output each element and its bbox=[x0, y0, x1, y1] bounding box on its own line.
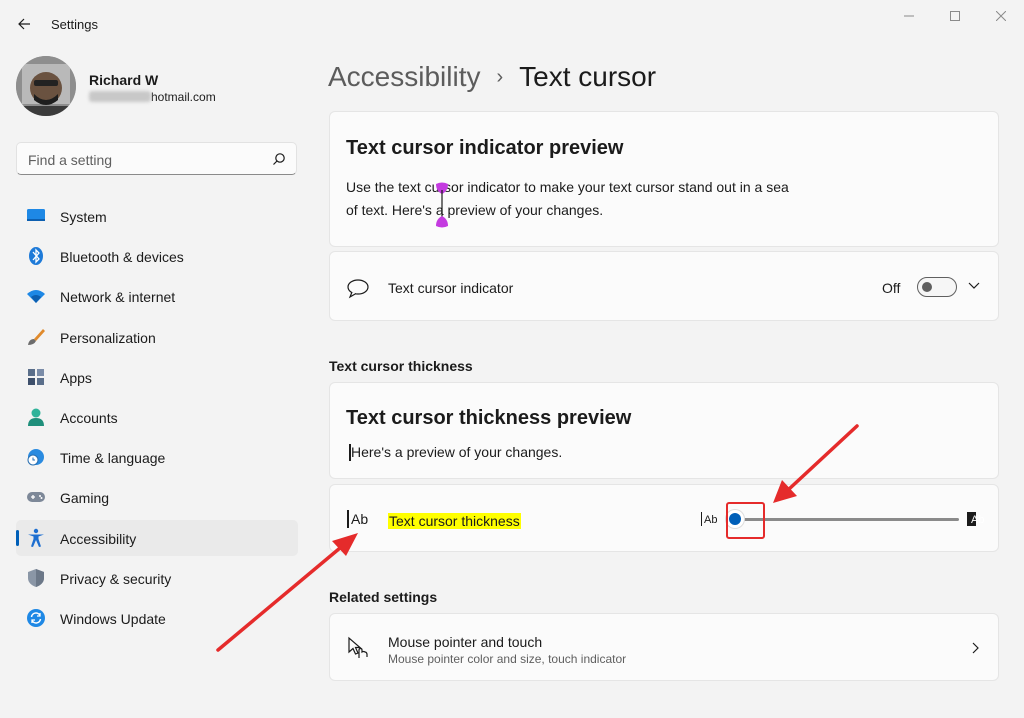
minimize-icon bbox=[904, 15, 914, 17]
accessibility-icon bbox=[28, 528, 44, 547]
wifi-icon bbox=[27, 290, 45, 304]
mouse-pointer-touch-icon bbox=[348, 636, 368, 658]
thickness-preview-text: Here's a preview of your changes. bbox=[351, 444, 563, 460]
page-title: Text cursor bbox=[519, 61, 657, 92]
globe-clock-icon bbox=[27, 449, 44, 466]
thickness-setting-row: Ab Text cursor thickness Ab Ab bbox=[329, 484, 999, 552]
indicator-toggle-state: Off bbox=[882, 280, 901, 296]
slider-min-cursor bbox=[701, 512, 703, 526]
indicator-preview-title: Text cursor indicator preview bbox=[346, 137, 624, 159]
slider-max-label: Ab bbox=[971, 514, 985, 526]
thickness-label: Text cursor thickness bbox=[388, 513, 521, 529]
minimize-button[interactable] bbox=[886, 4, 932, 28]
sidebar-item-time-language[interactable]: Time & language bbox=[16, 439, 298, 475]
search-icon bbox=[273, 153, 285, 165]
annotation-highlight-box bbox=[726, 502, 765, 539]
sidebar-item-gaming[interactable]: Gaming bbox=[16, 479, 298, 515]
related-item-title: Mouse pointer and touch bbox=[388, 634, 543, 650]
sidebar-item-system[interactable]: System bbox=[16, 198, 298, 234]
apps-icon bbox=[28, 368, 44, 385]
sidebar-item-privacy-security[interactable]: Privacy & security bbox=[16, 560, 298, 596]
close-icon bbox=[996, 11, 1006, 21]
indicator-preview-text: Use the text cursor indicator to make yo… bbox=[346, 179, 789, 218]
chevron-down-icon[interactable] bbox=[968, 281, 980, 291]
breadcrumb-parent[interactable]: Accessibility bbox=[328, 61, 480, 93]
indicator-toggle[interactable] bbox=[917, 277, 957, 297]
title-bar: Settings bbox=[0, 0, 1024, 48]
maximize-button[interactable] bbox=[932, 4, 978, 28]
avatar bbox=[16, 56, 76, 116]
indicator-preview-card: Text cursor indicator preview Use the te… bbox=[329, 111, 999, 247]
thickness-row-cursor-icon bbox=[347, 510, 349, 528]
speech-bubble-icon bbox=[347, 279, 369, 299]
brush-icon bbox=[28, 328, 45, 345]
user-profile[interactable]: Richard W hotmail.com bbox=[16, 56, 296, 116]
thickness-preview-card: Text cursor thickness preview Here's a p… bbox=[329, 382, 999, 479]
indicator-setting-row[interactable]: Text cursor indicator Off bbox=[329, 251, 999, 321]
related-item-subtitle: Mouse pointer color and size, touch indi… bbox=[388, 652, 627, 666]
gamepad-icon bbox=[27, 492, 45, 503]
user-name: Richard W bbox=[89, 72, 159, 88]
sidebar-item-windows-update[interactable]: Windows Update bbox=[16, 600, 298, 636]
user-email: hotmail.com bbox=[89, 90, 216, 104]
sidebar-item-network[interactable]: Network & internet bbox=[16, 278, 298, 314]
related-mouse-pointer-row[interactable]: Mouse pointer and touch Mouse pointer co… bbox=[329, 613, 999, 681]
breadcrumb-separator: › bbox=[496, 65, 504, 88]
slider-min-label: Ab bbox=[704, 514, 718, 526]
back-arrow-icon bbox=[18, 18, 30, 30]
sidebar-nav: System Bluetooth & devices Network & int… bbox=[16, 198, 298, 640]
sidebar-item-accounts[interactable]: Accounts bbox=[16, 399, 298, 435]
search-input[interactable]: Find a setting bbox=[16, 142, 297, 175]
sidebar-item-personalization[interactable]: Personalization bbox=[16, 319, 298, 355]
sidebar-item-accessibility[interactable]: Accessibility bbox=[16, 519, 298, 556]
thickness-slider-track[interactable] bbox=[734, 518, 959, 521]
bluetooth-icon bbox=[29, 247, 43, 266]
close-button[interactable] bbox=[978, 4, 1024, 28]
system-icon bbox=[27, 209, 45, 221]
maximize-icon bbox=[950, 11, 960, 21]
update-icon bbox=[27, 608, 45, 627]
back-button[interactable] bbox=[10, 10, 38, 38]
related-settings-header: Related settings bbox=[329, 589, 438, 605]
text-cursor-indicator-icon bbox=[436, 182, 448, 228]
indicator-label: Text cursor indicator bbox=[388, 280, 514, 296]
sidebar-item-bluetooth[interactable]: Bluetooth & devices bbox=[16, 238, 298, 274]
thickness-row-icon-text: Ab bbox=[351, 511, 369, 527]
chevron-right-icon bbox=[972, 642, 979, 654]
thickness-section-header: Text cursor thickness bbox=[329, 358, 473, 374]
thickness-preview-title: Text cursor thickness preview bbox=[346, 407, 632, 429]
search-placeholder: Find a setting bbox=[28, 152, 113, 168]
person-icon bbox=[28, 408, 44, 426]
app-title: Settings bbox=[51, 17, 98, 32]
breadcrumb: Accessibility › Text cursor bbox=[328, 58, 656, 96]
shield-icon bbox=[28, 568, 44, 587]
sidebar-item-apps[interactable]: Apps bbox=[16, 359, 298, 395]
